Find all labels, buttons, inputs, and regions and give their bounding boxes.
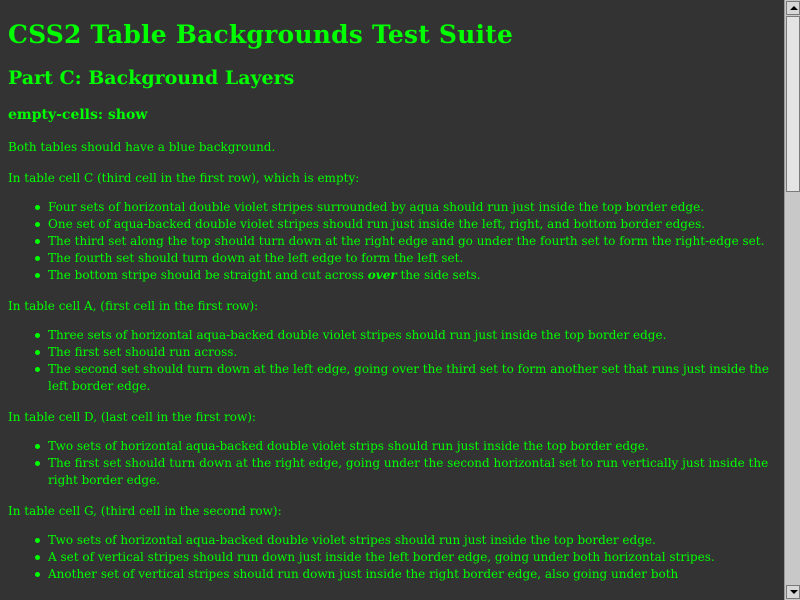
scroll-up-button[interactable] bbox=[786, 1, 800, 15]
list-item: The second set should turn down at the l… bbox=[35, 361, 776, 395]
list-item: Three sets of horizontal aqua-backed dou… bbox=[35, 327, 776, 344]
cell-g-lead: In table cell G, (third cell in the seco… bbox=[8, 504, 282, 518]
list-item: The bottom stripe should be straight and… bbox=[35, 267, 776, 284]
cell-a-list: Three sets of horizontal aqua-backed dou… bbox=[8, 327, 776, 395]
item-text-before: The bottom stripe should be straight and… bbox=[48, 268, 368, 282]
scroll-down-button[interactable] bbox=[786, 585, 800, 599]
cell-a-lead: In table cell A, (first cell in the firs… bbox=[8, 299, 259, 313]
browser-viewport: CSS2 Table Backgrounds Test Suite Part C… bbox=[0, 0, 800, 600]
list-item: The third set along the top should turn … bbox=[35, 233, 776, 250]
list-item: The first set should run across. bbox=[35, 344, 776, 361]
item-text-after: the side sets. bbox=[396, 268, 481, 282]
part-heading: Part C: Background Layers bbox=[8, 67, 295, 89]
list-item: One set of aqua-backed double violet str… bbox=[35, 216, 776, 233]
cell-d-list: Two sets of horizontal aqua-backed doubl… bbox=[8, 438, 776, 489]
intro-text: Both tables should have a blue backgroun… bbox=[8, 140, 276, 154]
list-item: Two sets of horizontal aqua-backed doubl… bbox=[35, 438, 776, 455]
list-item: The fourth set should turn down at the l… bbox=[35, 250, 776, 267]
list-item: A set of vertical stripes should run dow… bbox=[35, 549, 776, 566]
vertical-scrollbar[interactable] bbox=[784, 0, 800, 600]
cell-g-list: Two sets of horizontal aqua-backed doubl… bbox=[8, 532, 776, 583]
list-item: Four sets of horizontal double violet st… bbox=[35, 199, 776, 216]
list-item: The first set should turn down at the ri… bbox=[35, 455, 776, 489]
scrollbar-thumb[interactable] bbox=[786, 16, 800, 192]
cell-d-lead: In table cell D, (last cell in the first… bbox=[8, 410, 256, 424]
arrow-down-icon bbox=[790, 590, 798, 594]
arrow-up-icon bbox=[790, 6, 798, 10]
cell-c-list: Four sets of horizontal double violet st… bbox=[8, 199, 776, 284]
list-item: Two sets of horizontal aqua-backed doubl… bbox=[35, 532, 776, 549]
emphasis-over: over bbox=[367, 268, 397, 282]
page-title: CSS2 Table Backgrounds Test Suite bbox=[8, 20, 514, 49]
list-item: Another set of vertical stripes should r… bbox=[35, 566, 776, 583]
section-heading: empty-cells: show bbox=[8, 107, 148, 123]
page-content: CSS2 Table Backgrounds Test Suite Part C… bbox=[8, 0, 776, 583]
cell-c-lead: In table cell C (third cell in the first… bbox=[8, 171, 360, 185]
